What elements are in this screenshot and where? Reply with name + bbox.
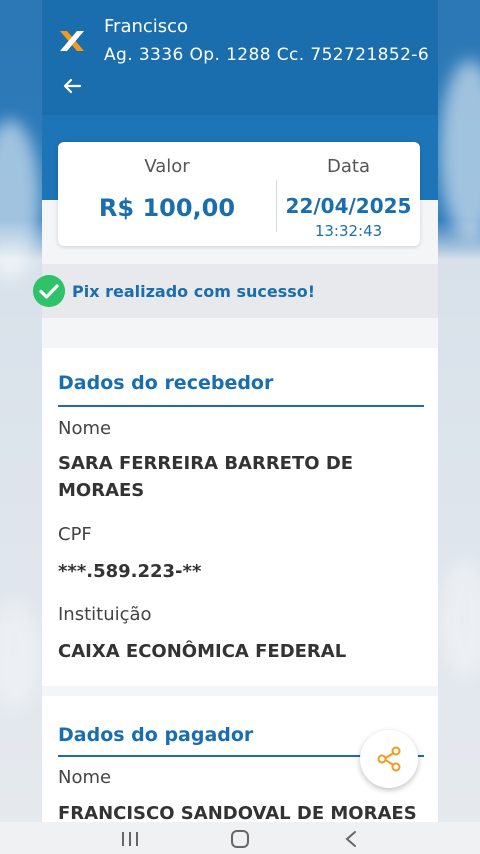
date-column: Data 22/04/2025 13:32:43 [277, 142, 420, 246]
share-icon [377, 746, 401, 772]
home-icon[interactable] [225, 828, 255, 850]
receiver-cpf: ***.589.223-** [58, 561, 202, 582]
payer-name-label: Nome [58, 767, 112, 788]
check-circle-icon [33, 275, 65, 307]
receiver-section-title: Dados do recebedor [58, 372, 274, 394]
value-label: Valor [144, 156, 190, 177]
app-screen: Dados do recebedor Nome SARA FERREIRA BA… [42, 0, 438, 854]
success-message: Pix realizado com sucesso! [72, 282, 316, 301]
transfer-summary-card: Valor R$ 100,00 Data 22/04/2025 13:32:43 [58, 142, 420, 246]
recent-apps-icon[interactable] [115, 828, 145, 850]
value-column: Valor R$ 100,00 [58, 142, 276, 246]
transfer-amount: R$ 100,00 [98, 194, 236, 222]
receiver-name: SARA FERREIRA BARRETO DE MORAES [58, 453, 354, 501]
back-nav-icon[interactable] [337, 828, 367, 850]
system-navigation-bar [0, 822, 480, 854]
share-button[interactable] [360, 730, 418, 788]
account-details: Ag. 3336 Op. 1288 Cc. 752721852-6 [104, 45, 430, 65]
receiver-cpf-label: CPF [58, 524, 92, 545]
caixa-logo-icon [60, 31, 84, 51]
receiver-section: Dados do recebedor Nome SARA FERREIRA BA… [42, 348, 438, 686]
receiver-institution-label: Instituição [58, 604, 152, 625]
arrow-left-icon[interactable] [60, 74, 84, 98]
date-label: Data [327, 156, 370, 177]
transfer-date: 22/04/2025 [285, 194, 412, 218]
section-divider [58, 405, 424, 407]
receiver-institution: CAIXA ECONÔMICA FEDERAL [58, 641, 347, 662]
transfer-time: 13:32:43 [314, 222, 383, 240]
account-holder-name: Francisco [104, 16, 189, 37]
payer-section-title: Dados do pagador [58, 724, 254, 746]
receiver-name-label: Nome [58, 418, 112, 439]
